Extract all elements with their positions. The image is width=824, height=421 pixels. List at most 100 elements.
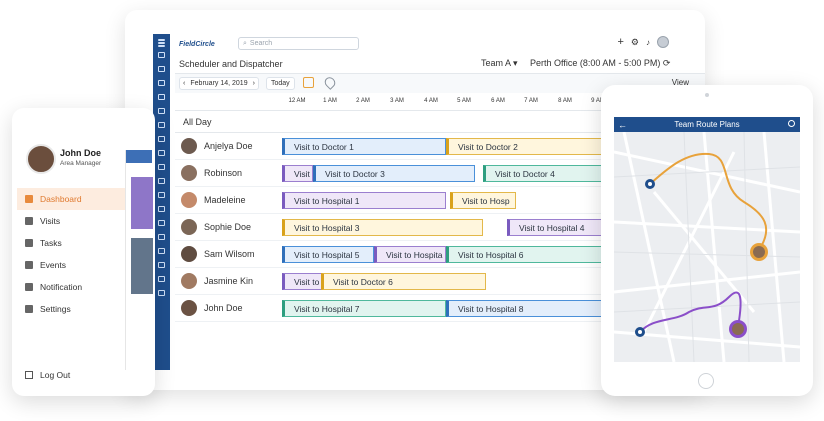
home-button[interactable]: [698, 373, 714, 389]
dashboard-icon: [25, 195, 33, 203]
hour-label: 3 AM: [390, 98, 404, 104]
events-icon: [25, 261, 33, 269]
schedule-event[interactable]: Visit to Doctor 6: [321, 273, 486, 290]
nav-icon[interactable]: [158, 122, 165, 128]
resource-name: John Doe: [204, 303, 243, 313]
map-pin-icon[interactable]: [322, 75, 338, 90]
tasks-icon: [25, 239, 33, 247]
nav-icon[interactable]: [158, 248, 165, 254]
visits-icon: [25, 217, 33, 225]
map-title: Team Route Plans: [674, 120, 740, 129]
resource-avatar: [181, 300, 197, 316]
hour-label: 5 AM: [457, 98, 471, 104]
phone-second-screen: [125, 150, 153, 370]
nav-icon[interactable]: [158, 206, 165, 212]
agent-avatar-marker[interactable]: [729, 320, 747, 338]
schedule-event[interactable]: Visit to: [282, 273, 322, 290]
user-avatar[interactable]: [657, 36, 669, 48]
office-label: Perth Office (8:00 AM - 5:00 PM): [530, 58, 661, 68]
user-role: Area Manager: [60, 160, 102, 167]
schedule-event[interactable]: Visit to Hospital 8: [446, 300, 610, 317]
schedule-event[interactable]: Visit: [282, 165, 313, 182]
nav-icon[interactable]: [158, 66, 165, 72]
team-label: Team A: [481, 58, 511, 68]
hour-label: 12 AM: [288, 98, 306, 104]
route-map[interactable]: [614, 131, 800, 362]
back-arrow-icon[interactable]: ←: [618, 120, 627, 130]
schedule-event[interactable]: Visit to Hospital 7: [282, 300, 446, 317]
map-pin-icon[interactable]: [635, 327, 645, 337]
bell-icon[interactable]: ♪: [646, 38, 650, 47]
next-date-icon[interactable]: ›: [253, 80, 255, 87]
logout-button[interactable]: Log Out: [25, 370, 70, 380]
search-input[interactable]: ⌕ Search: [238, 37, 359, 50]
notification-icon: [25, 283, 33, 291]
nav-icon[interactable]: [158, 164, 165, 170]
hour-label: 4 AM: [424, 98, 438, 104]
schedule-event[interactable]: Visit to Hospital 6: [446, 246, 610, 263]
side-menu: Dashboard Visits Tasks Events Notification Se…: [17, 188, 129, 320]
nav-icon[interactable]: [158, 276, 165, 282]
hour-label: 8 AM: [558, 98, 572, 104]
nav-icon[interactable]: [158, 178, 165, 184]
menu-item-label: Events: [40, 260, 66, 270]
menu-item-dashboard[interactable]: Dashboard: [17, 188, 129, 210]
schedule-event[interactable]: Visit to Hospital 3: [282, 219, 483, 236]
hour-label: 7 AM: [524, 98, 538, 104]
schedule-event[interactable]: Visit to Hospita: [374, 246, 446, 263]
schedule-event[interactable]: Visit to Doctor 3: [313, 165, 475, 182]
schedule-event[interactable]: Visit to Hospital 5: [282, 246, 374, 263]
hour-label: 1 AM: [323, 98, 337, 104]
menu-item-settings[interactable]: Settings: [17, 298, 129, 320]
hour-label: 6 AM: [491, 98, 505, 104]
nav-icon[interactable]: [158, 262, 165, 268]
resource-name: Robinson: [204, 168, 243, 178]
menu-item-label: Notification: [40, 282, 83, 292]
nav-icon[interactable]: [158, 136, 165, 142]
today-button[interactable]: Today: [266, 77, 295, 90]
resource-name: Jasmine Kin: [204, 276, 254, 286]
nav-icon[interactable]: [158, 234, 165, 240]
team-select[interactable]: Team A ▾: [481, 58, 518, 69]
resource-name: Sam Wilsom: [204, 249, 255, 259]
resource-name: Sophie Doe: [204, 222, 252, 232]
schedule-event[interactable]: Visit to Hosp: [450, 192, 516, 209]
schedule-event[interactable]: Visit to Doctor 1: [282, 138, 446, 155]
schedule-event[interactable]: Visit to Hospital 4: [507, 219, 610, 236]
search-icon[interactable]: [788, 120, 795, 127]
marketing-stage: FieldCircle ⌕ Search + ⚙ ♪ Scheduler and…: [0, 0, 824, 421]
schedule-event[interactable]: Visit to Hospital 1: [282, 192, 446, 209]
left-nav-rail: [153, 34, 170, 370]
top-icons: + ⚙ ♪: [617, 36, 669, 48]
nav-icon[interactable]: [158, 94, 165, 100]
nav-icon[interactable]: [158, 52, 165, 58]
menu-item-label: Visits: [40, 216, 61, 226]
date-picker[interactable]: ‹ February 14, 2019 ›: [179, 77, 259, 90]
menu-item-label: Tasks: [40, 238, 62, 248]
nav-icon[interactable]: [158, 220, 165, 226]
map-pin-icon[interactable]: [645, 179, 655, 189]
office-select[interactable]: Perth Office (8:00 AM - 5:00 PM) ⟳: [530, 58, 670, 69]
nav-icon[interactable]: [158, 192, 165, 198]
menu-item-visits[interactable]: Visits: [17, 210, 129, 232]
nav-icon[interactable]: [158, 80, 165, 86]
calendar-icon[interactable]: [303, 77, 314, 88]
schedule-event[interactable]: Visit to Doctor 4: [483, 165, 608, 182]
add-icon[interactable]: +: [617, 36, 623, 48]
prev-date-icon[interactable]: ‹: [183, 80, 185, 87]
gear-icon[interactable]: ⚙: [631, 37, 639, 48]
resource-avatar: [181, 165, 197, 181]
nav-icon[interactable]: [158, 108, 165, 114]
map-screen: ← Team Route Plans: [614, 117, 800, 362]
menu-item-notification[interactable]: Notification: [17, 276, 129, 298]
menu-item-events[interactable]: Events: [17, 254, 129, 276]
top-bar: FieldCircle ⌕ Search + ⚙ ♪: [175, 34, 705, 54]
resource-name: Madeleine: [204, 195, 246, 205]
schedule-event[interactable]: Visit to Doctor 2: [446, 138, 606, 155]
hamburger-icon[interactable]: [158, 42, 165, 44]
agent-avatar-marker[interactable]: [750, 243, 768, 261]
menu-item-tasks[interactable]: Tasks: [17, 232, 129, 254]
nav-icon[interactable]: [158, 150, 165, 156]
nav-icon[interactable]: [158, 290, 165, 296]
logout-label: Log Out: [40, 370, 71, 380]
